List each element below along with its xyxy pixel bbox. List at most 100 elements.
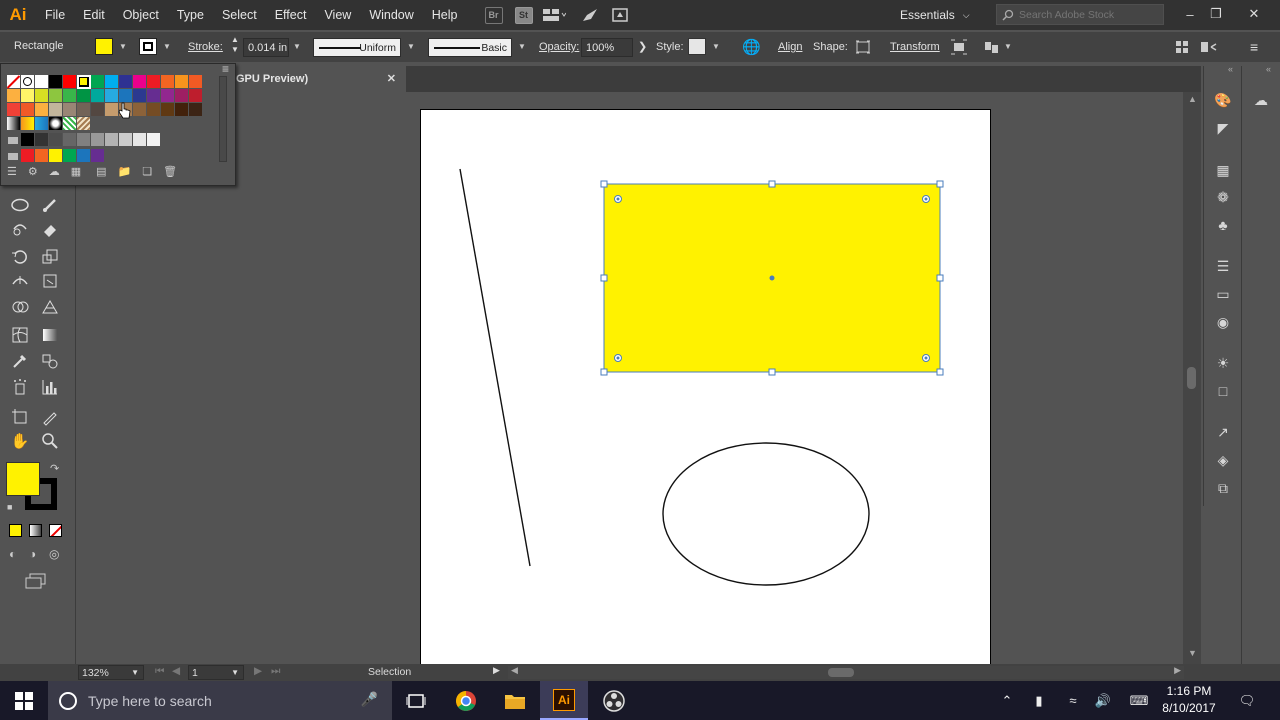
- swatch[interactable]: [77, 75, 91, 89]
- swatch[interactable]: [91, 89, 105, 103]
- swatch-gradient2[interactable]: [21, 117, 35, 131]
- stock-button[interactable]: St: [511, 4, 537, 26]
- stroke-weight-field[interactable]: 0.014 in: [243, 38, 289, 57]
- swatch[interactable]: [77, 89, 91, 103]
- gradient-tool[interactable]: [38, 324, 62, 346]
- chevron-down-icon[interactable]: ▼: [407, 42, 415, 51]
- swatch-options-icon[interactable]: ▦: [71, 165, 81, 178]
- swatch[interactable]: [105, 133, 119, 147]
- swatch-registration[interactable]: [21, 75, 35, 89]
- swatch[interactable]: [189, 103, 203, 117]
- chevron-down-icon[interactable]: ▼: [119, 42, 127, 51]
- last-artboard-icon[interactable]: ⏭: [271, 665, 280, 678]
- symbol-sprayer-tool[interactable]: [8, 376, 32, 398]
- swatch[interactable]: [175, 75, 189, 89]
- menu-file[interactable]: File: [36, 0, 74, 30]
- libraries-panel-icon[interactable]: ☁: [1250, 90, 1272, 110]
- fill-color-box[interactable]: [6, 462, 40, 496]
- new-color-group-icon[interactable]: 📁: [118, 165, 132, 178]
- chevron-down-icon[interactable]: ▼: [293, 42, 301, 51]
- taskbar-clock[interactable]: 1:16 PM 8/10/2017: [1158, 683, 1220, 719]
- chevron-down-icon[interactable]: ▼: [518, 42, 526, 51]
- swatch[interactable]: [63, 149, 77, 163]
- swatch[interactable]: [147, 103, 161, 117]
- workspace-switcher[interactable]: Essentials ⌵: [900, 4, 970, 26]
- chrome-taskbar-button[interactable]: [442, 681, 490, 720]
- free-transform-tool[interactable]: [38, 270, 62, 292]
- transform-link[interactable]: Transform: [890, 41, 940, 53]
- menu-icon[interactable]: ≡: [1250, 39, 1258, 55]
- symbols-panel-icon[interactable]: ♣: [1212, 215, 1234, 235]
- brush-definition[interactable]: Basic: [428, 38, 512, 57]
- document-tab[interactable]: GPU Preview) ✕: [236, 66, 406, 92]
- draw-normal-icon[interactable]: ◐: [9, 547, 16, 561]
- chevron-down-icon[interactable]: ▼: [712, 42, 720, 51]
- swatch[interactable]: [35, 75, 49, 89]
- swatch[interactable]: [35, 89, 49, 103]
- gpu-performance-button[interactable]: [577, 4, 603, 26]
- microphone-icon[interactable]: 🎤: [361, 691, 378, 708]
- close-window-button[interactable]: ✕: [1236, 0, 1272, 28]
- scroll-thumb[interactable]: [1187, 367, 1196, 389]
- hand-tool[interactable]: ✋: [8, 430, 32, 452]
- graphic-style-swatch[interactable]: [688, 38, 706, 55]
- ellipse-tool[interactable]: [8, 194, 32, 216]
- menu-window[interactable]: Window: [360, 0, 422, 30]
- vertical-scrollbar[interactable]: ▲ ▼: [1183, 92, 1201, 664]
- collapse-dock-icon[interactable]: «: [1266, 64, 1271, 74]
- stroke-stepper[interactable]: ▲ ▼: [231, 35, 239, 55]
- menu-object[interactable]: Object: [114, 0, 168, 30]
- status-menu-icon[interactable]: ▶: [493, 665, 500, 676]
- task-view-button[interactable]: [392, 681, 440, 720]
- swatch[interactable]: [133, 133, 147, 147]
- menu-effect[interactable]: Effect: [266, 0, 316, 30]
- panel-menu-icon[interactable]: ≡: [222, 62, 229, 76]
- volume-icon[interactable]: 🔊: [1092, 681, 1114, 720]
- swatch[interactable]: [49, 89, 63, 103]
- swatch[interactable]: [49, 75, 63, 89]
- battery-icon[interactable]: ▮: [1028, 681, 1050, 720]
- swatch[interactable]: [21, 89, 35, 103]
- mesh-tool[interactable]: [8, 324, 32, 346]
- swatch[interactable]: [49, 149, 63, 163]
- taskbar-search[interactable]: Type here to search 🎤: [48, 681, 392, 720]
- action-center-icon[interactable]: 🗨: [1234, 681, 1260, 720]
- blend-tool[interactable]: [38, 350, 62, 372]
- export-panel-icon[interactable]: ↗: [1212, 422, 1234, 442]
- chevron-right-icon[interactable]: ❯: [638, 40, 647, 53]
- swatch[interactable]: [161, 89, 175, 103]
- screen-mode-icon[interactable]: [25, 573, 47, 589]
- new-swatch-icon[interactable]: ❏: [142, 165, 152, 178]
- scroll-thumb[interactable]: [828, 668, 854, 677]
- rotate-tool[interactable]: [8, 246, 32, 268]
- ellipse-path[interactable]: [662, 442, 870, 586]
- appearance-panel-icon[interactable]: ☀: [1212, 353, 1234, 373]
- swatch[interactable]: [189, 89, 203, 103]
- swatch[interactable]: [133, 103, 147, 117]
- swatch[interactable]: [133, 89, 147, 103]
- artboards-panel-icon[interactable]: ⧉: [1212, 478, 1234, 498]
- color-mode-icon[interactable]: [9, 524, 22, 537]
- menu-view[interactable]: View: [315, 0, 360, 30]
- swatch[interactable]: [91, 149, 105, 163]
- opacity-field[interactable]: 100%: [581, 38, 633, 57]
- swatch-folder-icon[interactable]: [7, 149, 21, 163]
- swatch[interactable]: [91, 103, 105, 117]
- graphic-styles-icon[interactable]: □: [1212, 381, 1234, 401]
- artboard-number-field[interactable]: 1 ▼: [188, 665, 244, 680]
- paintbrush-tool[interactable]: [38, 194, 62, 216]
- illustrator-taskbar-button[interactable]: Ai: [540, 681, 588, 720]
- restore-button[interactable]: ❐: [1198, 0, 1234, 28]
- layers-panel-icon[interactable]: ◈: [1212, 450, 1234, 470]
- show-hidden-icons[interactable]: ⌃: [996, 681, 1018, 720]
- swatch[interactable]: [35, 149, 49, 163]
- stock-search-input[interactable]: [1019, 8, 1159, 21]
- close-tab-icon[interactable]: ✕: [387, 72, 396, 85]
- shape-properties-icon[interactable]: [855, 40, 871, 54]
- prev-artboard-icon[interactable]: ◀: [172, 665, 180, 677]
- shape-builder-tool[interactable]: [8, 296, 32, 318]
- menu-edit[interactable]: Edit: [74, 0, 114, 30]
- variable-width-profile[interactable]: Uniform: [313, 38, 401, 57]
- share-button[interactable]: [607, 4, 633, 26]
- trash-icon[interactable]: 🗑: [163, 165, 177, 178]
